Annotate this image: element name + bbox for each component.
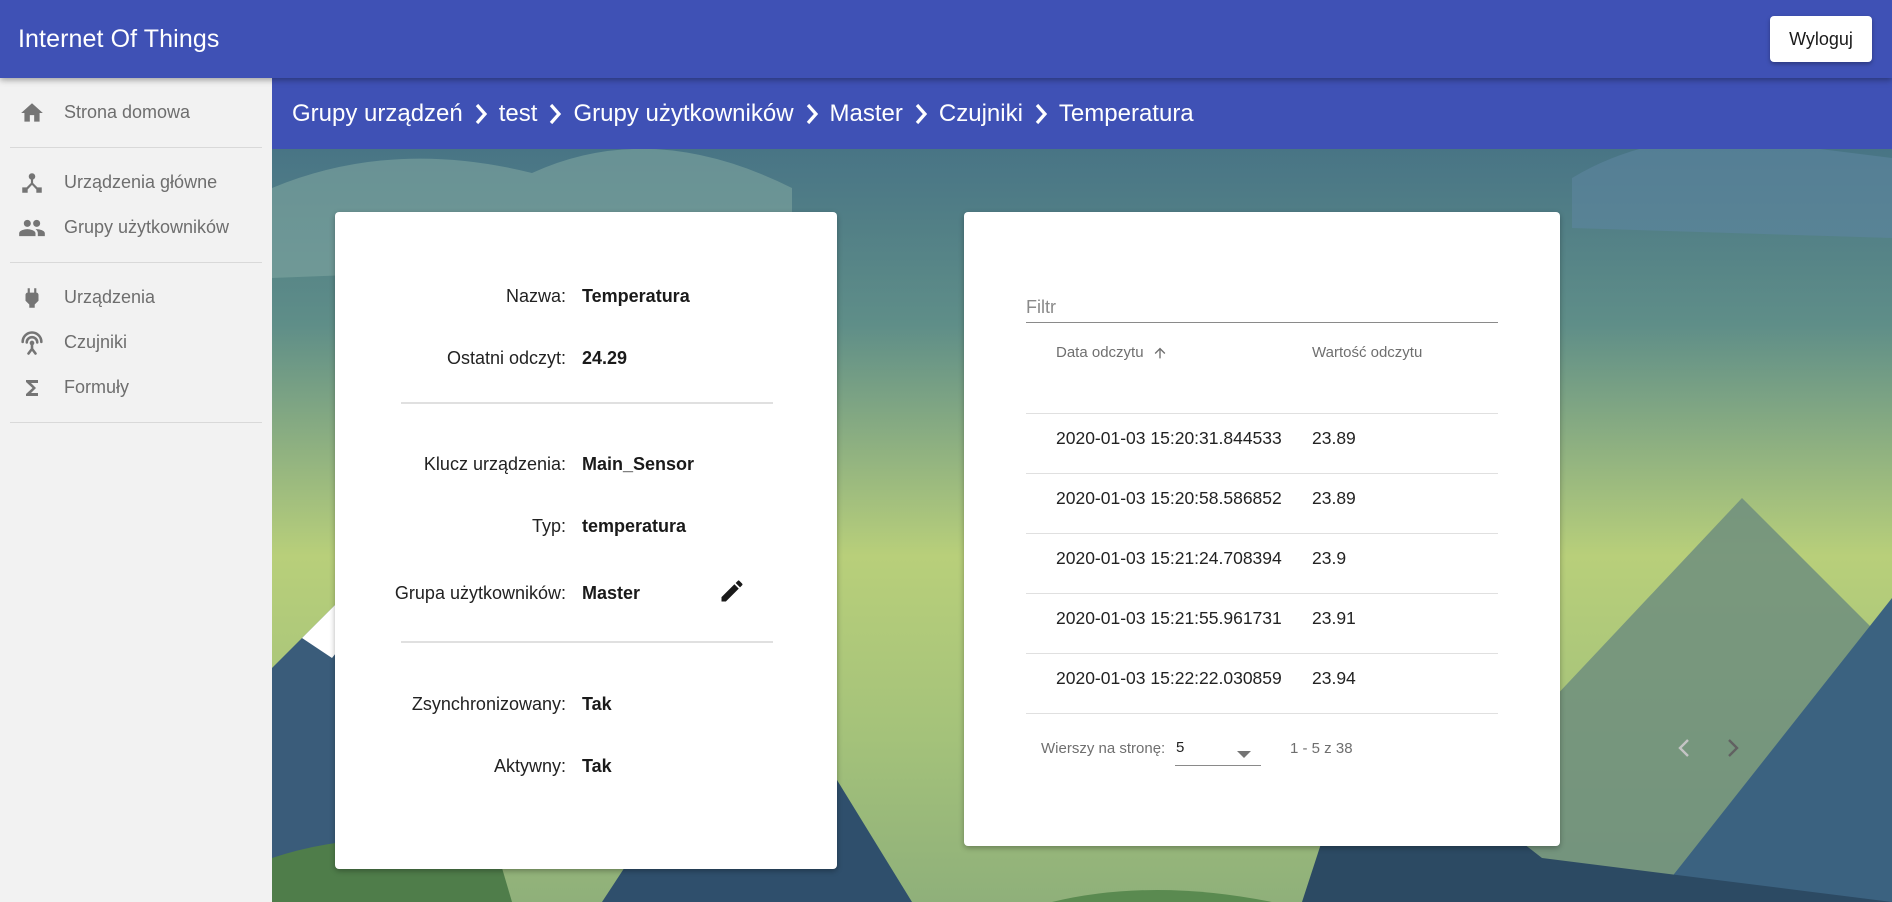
breadcrumb-item-master[interactable]: Master bbox=[830, 100, 903, 128]
sidebar-item-sensors[interactable]: Czujniki bbox=[0, 320, 272, 365]
device-hub-icon bbox=[18, 169, 46, 197]
chevron-left-icon bbox=[1677, 738, 1691, 763]
home-icon bbox=[18, 99, 46, 127]
card-divider bbox=[401, 402, 773, 404]
pagination-range: 1 - 5 z 38 bbox=[1290, 740, 1353, 757]
sidebar-item-label: Strona domowa bbox=[64, 102, 191, 122]
sensor-details-card: Nazwa: Temperatura Ostatni odczyt: 24.29… bbox=[335, 212, 837, 869]
sidebar-divider bbox=[10, 147, 262, 148]
arrow-up-icon bbox=[1152, 345, 1168, 361]
sigma-icon bbox=[18, 374, 46, 402]
edit-user-group-button[interactable] bbox=[716, 577, 748, 609]
detail-row-user-group: Grupa użytkowników: Master bbox=[335, 578, 837, 608]
detail-label: Grupa użytkowników: bbox=[394, 582, 566, 603]
cell-value: 23.9 bbox=[1312, 548, 1347, 568]
readings-card: Data odczytu Wartość odczytu 2020-01-03 … bbox=[964, 212, 1739, 846]
cell-date: 2020-01-03 15:20:31.844533 bbox=[1056, 428, 1282, 448]
detail-value: Main_Sensor bbox=[582, 453, 695, 474]
detail-label: Klucz urządzenia: bbox=[423, 453, 566, 474]
sidebar-item-devices[interactable]: Urządzenia bbox=[0, 275, 272, 320]
breadcrumb: Grupy urządzeń test Grupy użytkowników M… bbox=[272, 78, 1892, 149]
detail-row-device-key: Klucz urządzenia: Main_Sensor bbox=[335, 449, 837, 479]
cell-date: 2020-01-03 15:21:55.961731 bbox=[1056, 608, 1282, 628]
antenna-icon bbox=[18, 329, 46, 357]
sidebar-item-label: Urządzenia główne bbox=[64, 172, 218, 192]
detail-row-last-reading: Ostatni odczyt: 24.29 bbox=[335, 343, 837, 373]
detail-value: Tak bbox=[582, 693, 612, 714]
cell-value: 23.89 bbox=[1312, 488, 1356, 508]
cell-date: 2020-01-03 15:20:58.586852 bbox=[1056, 488, 1282, 508]
rows-per-page-select[interactable]: 5 bbox=[1175, 736, 1261, 766]
detail-value: Tak bbox=[582, 755, 612, 776]
sidebar-item-label: Urządzenia bbox=[64, 287, 156, 307]
detail-value: Temperatura bbox=[582, 285, 690, 306]
sidebar-item-user-groups[interactable]: Grupy użytkowników bbox=[0, 205, 272, 250]
column-header-label: Wartość odczytu bbox=[1312, 344, 1423, 361]
sidebar-item-label: Czujniki bbox=[64, 332, 128, 352]
detail-label: Nazwa: bbox=[505, 285, 566, 306]
cell-date: 2020-01-03 15:21:24.708394 bbox=[1056, 548, 1282, 568]
detail-label: Typ: bbox=[531, 515, 566, 536]
row-divider bbox=[1026, 533, 1498, 534]
sidebar-item-label: Grupy użytkowników bbox=[64, 217, 230, 237]
row-divider bbox=[1026, 653, 1498, 654]
sidebar-divider bbox=[10, 262, 262, 263]
breadcrumb-item-sensors[interactable]: Czujniki bbox=[939, 100, 1023, 128]
detail-row-active: Aktywny: Tak bbox=[335, 751, 837, 781]
breadcrumb-item-temperature: Temperatura bbox=[1058, 99, 1194, 127]
power-plug-icon bbox=[18, 284, 46, 312]
row-divider bbox=[1026, 413, 1498, 414]
detail-label: Ostatni odczyt: bbox=[446, 347, 566, 368]
sidebar-divider bbox=[10, 422, 262, 423]
detail-value: 24.29 bbox=[582, 347, 628, 368]
pencil-icon bbox=[718, 577, 746, 610]
chevron-right-icon bbox=[1027, 100, 1055, 128]
app-bar: Internet Of Things Wyloguj bbox=[0, 0, 1892, 78]
detail-label: Aktywny: bbox=[493, 755, 566, 776]
filter-field bbox=[1026, 288, 1498, 323]
sidebar-item-home[interactable]: Strona domowa bbox=[0, 90, 272, 135]
breadcrumb-item-device-groups[interactable]: Grupy urządzeń bbox=[292, 100, 463, 128]
cell-date: 2020-01-03 15:22:22.030859 bbox=[1056, 668, 1282, 688]
breadcrumb-item-user-groups[interactable]: Grupy użytkowników bbox=[573, 100, 793, 128]
sidebar-item-label: Formuły bbox=[64, 377, 130, 397]
people-icon bbox=[18, 214, 46, 242]
rows-per-page-value: 5 bbox=[1176, 739, 1185, 756]
main-content: Grupy urządzeń test Grupy użytkowników M… bbox=[272, 78, 1892, 902]
breadcrumb-item-test[interactable]: test bbox=[499, 100, 538, 128]
filter-input[interactable] bbox=[1026, 288, 1498, 322]
detail-value: temperatura bbox=[582, 515, 687, 536]
chevron-right-icon bbox=[907, 100, 935, 128]
app-title: Internet Of Things bbox=[18, 24, 220, 53]
chevron-right-icon bbox=[467, 100, 495, 128]
logout-button[interactable]: Wyloguj bbox=[1770, 16, 1872, 62]
sidebar-item-formulas[interactable]: Formuły bbox=[0, 365, 272, 410]
cell-value: 23.94 bbox=[1312, 668, 1356, 688]
previous-page-button[interactable] bbox=[1668, 734, 1700, 766]
next-page-button[interactable] bbox=[1717, 734, 1749, 766]
chevron-right-icon bbox=[1726, 738, 1740, 763]
detail-row-name: Nazwa: Temperatura bbox=[335, 281, 837, 311]
column-header-date[interactable]: Data odczytu bbox=[1056, 344, 1168, 361]
sidebar: Strona domowa Urządzenia główne Grupy uż… bbox=[0, 78, 272, 902]
cell-value: 23.91 bbox=[1312, 608, 1356, 628]
column-header-label: Data odczytu bbox=[1056, 344, 1144, 361]
detail-row-synced: Zsynchronizowany: Tak bbox=[335, 689, 837, 719]
row-divider bbox=[1026, 593, 1498, 594]
detail-value: Master bbox=[582, 582, 641, 603]
cell-value: 23.89 bbox=[1312, 428, 1356, 448]
card-divider bbox=[401, 641, 773, 643]
rows-per-page-label: Wierszy na stronę: bbox=[1041, 740, 1166, 757]
chevron-right-icon bbox=[798, 100, 826, 128]
detail-label: Zsynchronizowany: bbox=[411, 693, 566, 714]
detail-row-type: Typ: temperatura bbox=[335, 511, 837, 541]
row-divider bbox=[1026, 713, 1498, 714]
chevron-right-icon bbox=[541, 100, 569, 128]
sidebar-item-main-devices[interactable]: Urządzenia główne bbox=[0, 160, 272, 205]
column-header-value[interactable]: Wartość odczytu bbox=[1312, 344, 1422, 361]
dropdown-arrow-icon bbox=[1237, 746, 1251, 764]
row-divider bbox=[1026, 473, 1498, 474]
